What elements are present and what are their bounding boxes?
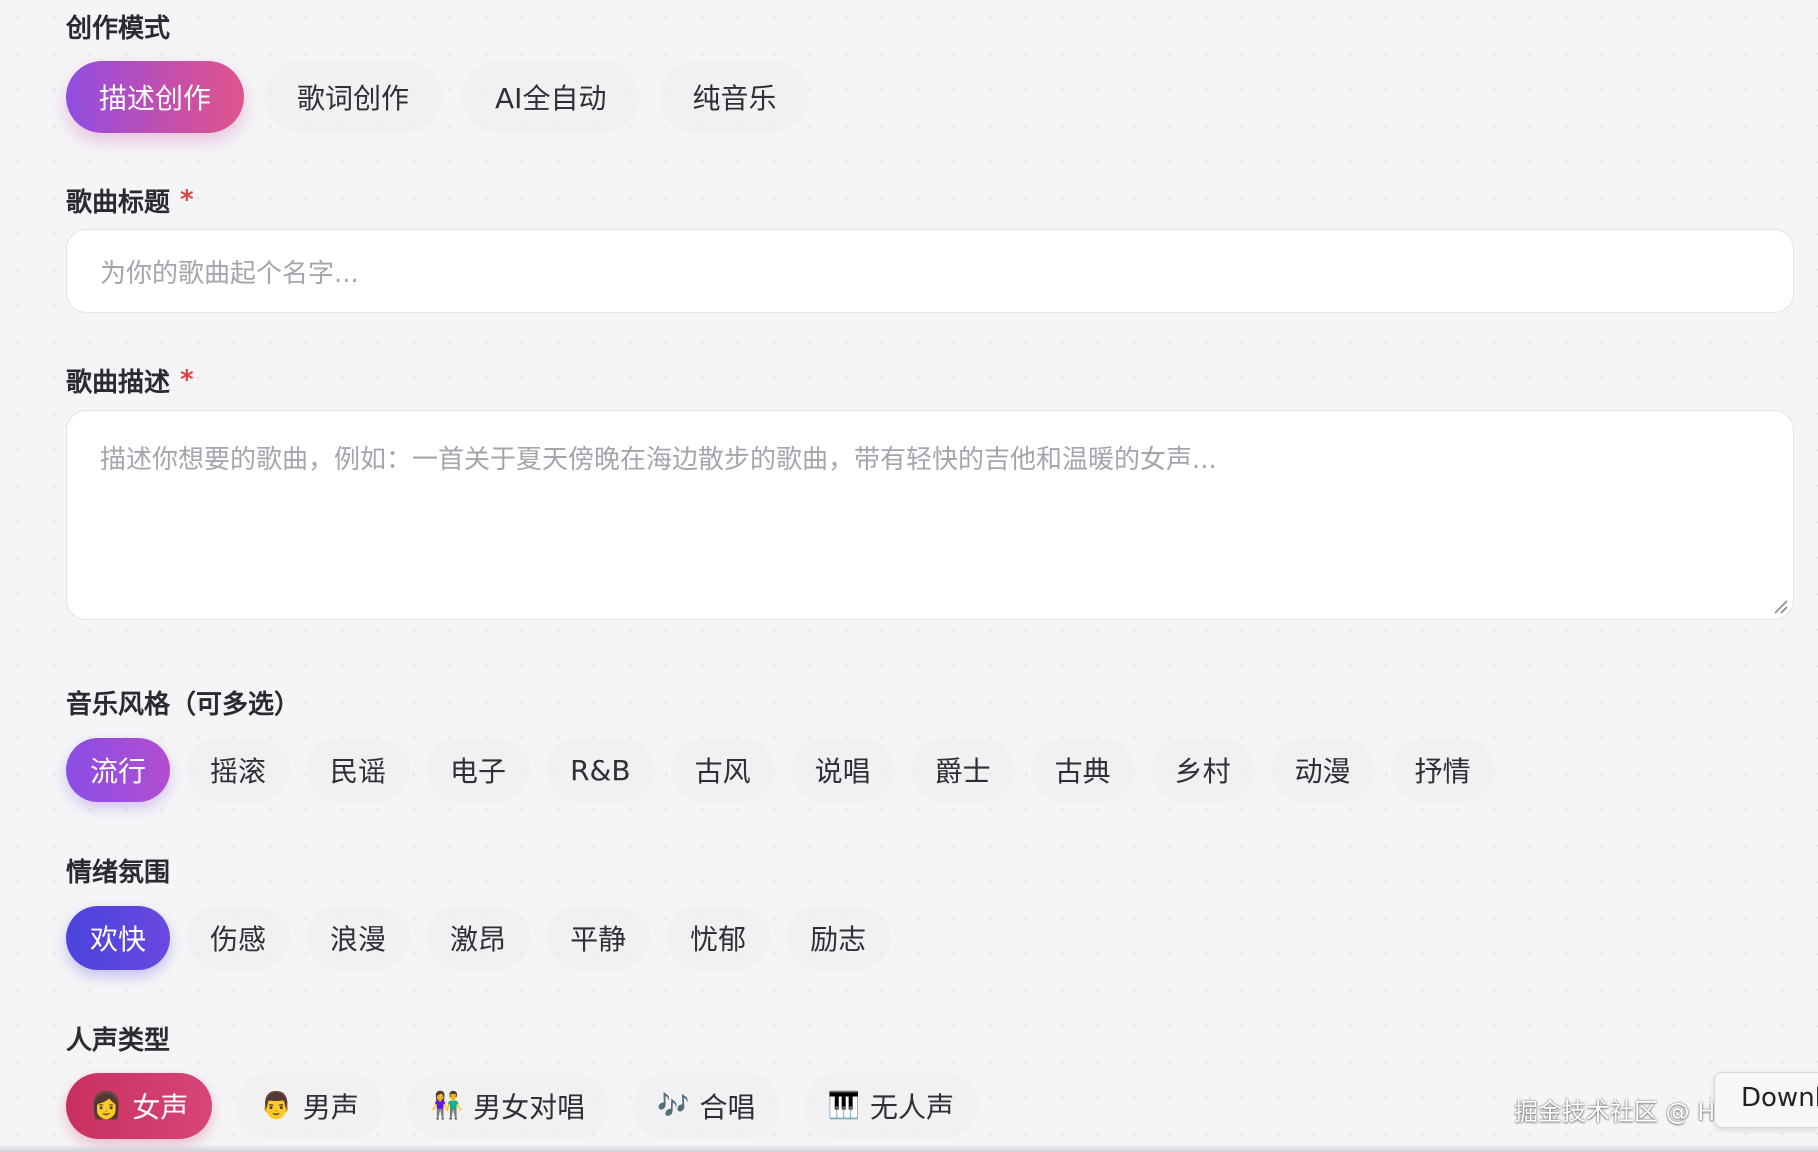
piano-icon: 🎹 <box>827 1091 860 1121</box>
mode-option-instrumental[interactable]: 纯音乐 <box>659 61 810 133</box>
voice-type-label: 人声类型 <box>66 1025 171 1056</box>
voice-chip-female[interactable]: 👩 女声 <box>66 1073 213 1139</box>
required-mark: * <box>180 185 194 215</box>
style-chip-rnb[interactable]: R&B <box>546 738 655 802</box>
man-icon: 👨 <box>260 1091 293 1121</box>
mode-option-describe[interactable]: 描述创作 <box>66 61 245 133</box>
style-chip-electronic[interactable]: 电子 <box>426 738 531 802</box>
mood-chips: 欢快 伤感 浪漫 激昂 平静 忧郁 励志 <box>66 906 891 970</box>
voice-type-chips: 👩 女声 👨 男声 👫 男女对唱 🎶 合唱 🎹 无人声 <box>66 1073 978 1139</box>
style-chip-folk[interactable]: 民谣 <box>306 738 411 802</box>
style-chip-ballad[interactable]: 抒情 <box>1390 738 1495 802</box>
couple-icon: 👫 <box>430 1091 464 1121</box>
song-description-placeholder: 描述你想要的歌曲，例如：一首关于夏天傍晚在海边散步的歌曲，带有轻快的吉他和温暖的… <box>100 445 1217 475</box>
voice-chip-instrumental[interactable]: 🎹 无人声 <box>803 1073 978 1139</box>
mood-chip-romantic[interactable]: 浪漫 <box>306 906 411 970</box>
download-tab[interactable]: Downl <box>1714 1072 1818 1128</box>
voice-chip-male[interactable]: 👨 男声 <box>236 1073 383 1139</box>
style-chip-rap[interactable]: 说唱 <box>790 738 895 802</box>
voice-chip-chorus[interactable]: 🎶 合唱 <box>633 1073 780 1139</box>
voice-chip-duet[interactable]: 👫 男女对唱 <box>406 1073 610 1139</box>
song-title-label: 歌曲标题 * <box>66 185 194 218</box>
song-description-label: 歌曲描述 * <box>66 365 194 398</box>
style-chip-rock[interactable]: 摇滚 <box>186 738 291 802</box>
mood-chip-passionate[interactable]: 激昂 <box>426 906 531 970</box>
style-chip-ancient[interactable]: 古风 <box>670 738 775 802</box>
song-title-input[interactable]: 为你的歌曲起个名字... <box>66 229 1794 313</box>
music-style-label: 音乐风格（可多选） <box>66 689 301 720</box>
style-chip-country[interactable]: 乡村 <box>1150 738 1255 802</box>
bottom-edge <box>0 1144 1818 1152</box>
mood-chip-melancholy[interactable]: 忧郁 <box>666 906 771 970</box>
mood-chip-cheerful[interactable]: 欢快 <box>66 906 171 970</box>
mood-chip-calm[interactable]: 平静 <box>546 906 651 970</box>
mode-label: 创作模式 <box>66 13 171 44</box>
mood-label: 情绪氛围 <box>66 857 171 888</box>
mode-option-lyrics[interactable]: 歌词创作 <box>264 61 443 133</box>
resize-handle-icon[interactable] <box>1771 597 1789 615</box>
song-title-placeholder: 为你的歌曲起个名字... <box>100 258 359 289</box>
song-description-textarea[interactable]: 描述你想要的歌曲，例如：一首关于夏天傍晚在海边散步的歌曲，带有轻快的吉他和温暖的… <box>66 410 1794 620</box>
style-chip-pop[interactable]: 流行 <box>66 738 171 802</box>
woman-icon: 👩 <box>90 1091 123 1121</box>
mood-chip-inspiring[interactable]: 励志 <box>786 906 891 970</box>
mode-selector: 描述创作 歌词创作 AI全自动 纯音乐 <box>66 61 810 133</box>
mode-option-ai-auto[interactable]: AI全自动 <box>462 61 640 133</box>
style-chip-anime[interactable]: 动漫 <box>1270 738 1375 802</box>
mood-chip-sad[interactable]: 伤感 <box>186 906 291 970</box>
music-style-chips: 流行 摇滚 民谣 电子 R&B 古风 说唱 爵士 古典 乡村 动漫 抒情 <box>66 738 1495 802</box>
music-notes-icon: 🎶 <box>657 1091 690 1121</box>
style-chip-jazz[interactable]: 爵士 <box>910 738 1015 802</box>
style-chip-classical[interactable]: 古典 <box>1030 738 1135 802</box>
required-mark: * <box>180 365 194 395</box>
